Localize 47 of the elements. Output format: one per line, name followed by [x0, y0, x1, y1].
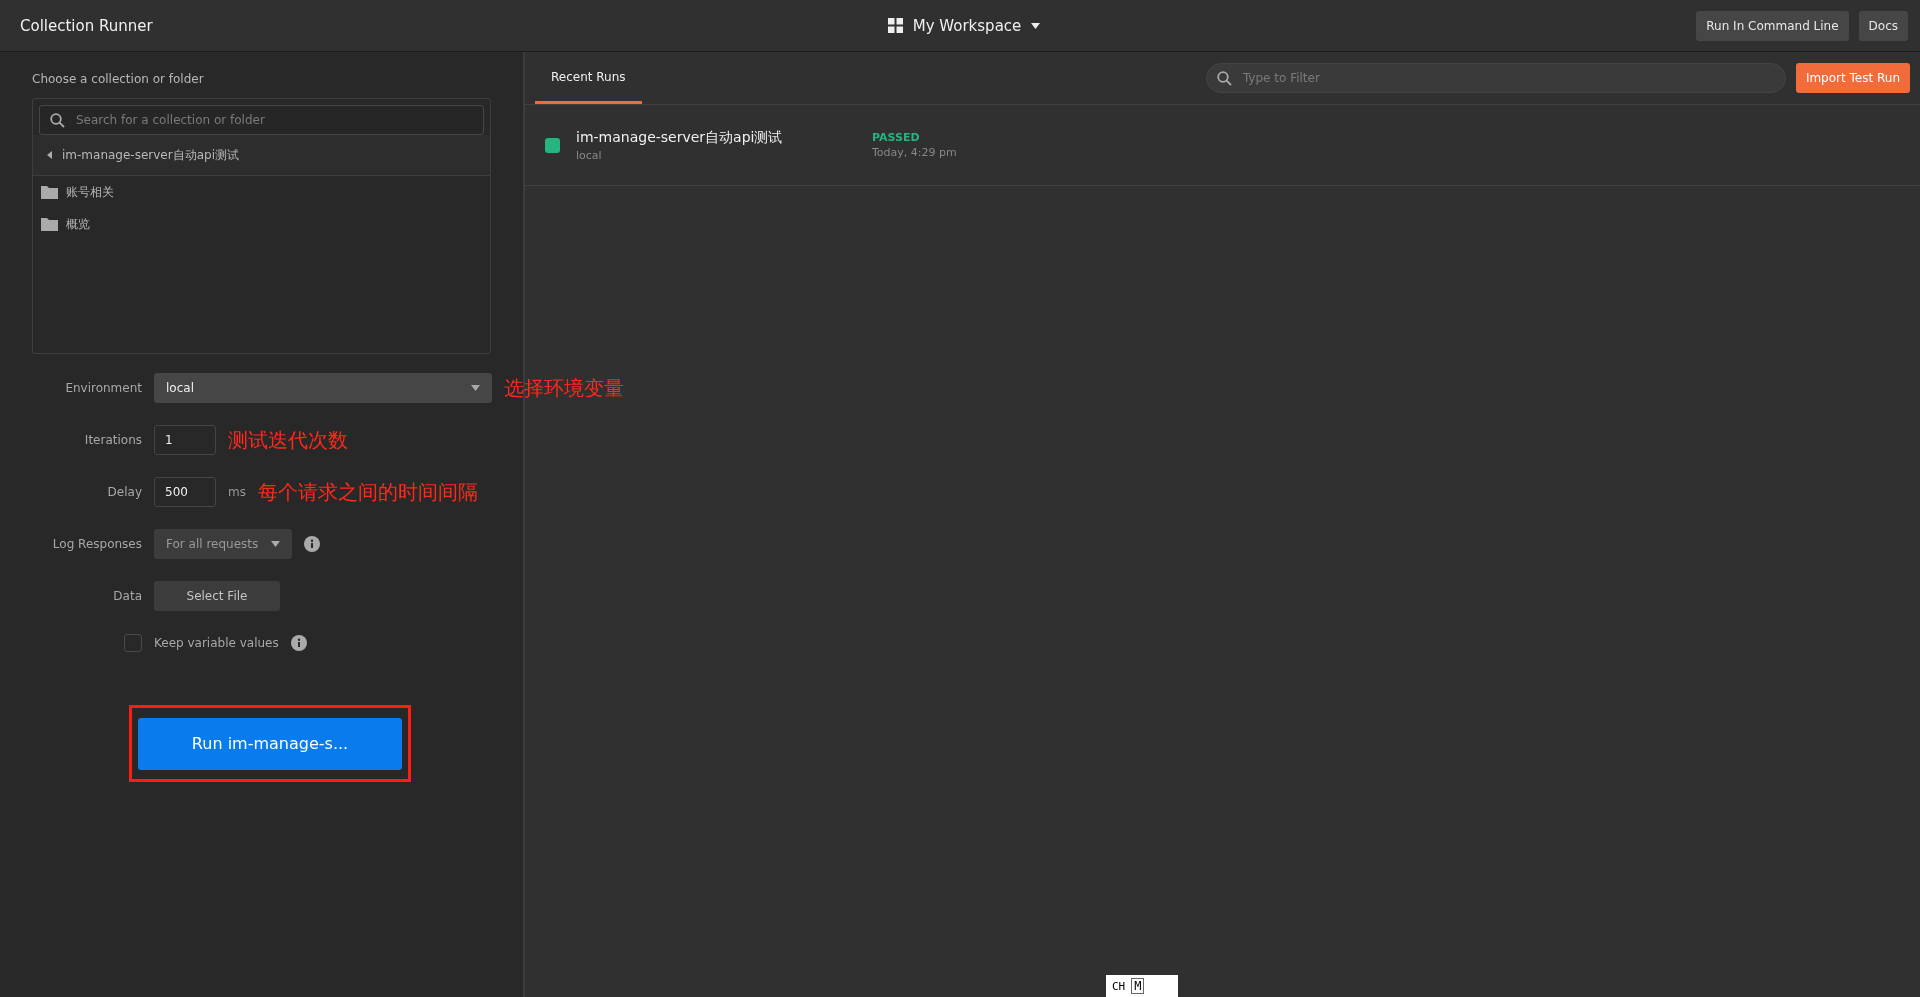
annotation-text: 选择环境变量 — [504, 374, 624, 402]
checkbox-label: Keep variable values — [154, 636, 279, 650]
caret-down-icon — [471, 385, 480, 391]
caret-down-icon — [271, 541, 280, 547]
info-icon[interactable] — [304, 536, 320, 552]
folder-icon — [41, 185, 58, 199]
collection-row[interactable]: im-manage-server自动api测试 — [33, 135, 490, 176]
header-button[interactable]: Run In Command Line — [1696, 10, 1849, 41]
ime-key: M — [1131, 978, 1145, 994]
field-label: Log Responses — [51, 537, 142, 551]
run-time: Today, 4:29 pm — [872, 146, 957, 159]
run-row[interactable]: im-manage-server自动api测试 local PASSED Today, 4:29 pm — [525, 105, 1920, 186]
run-button[interactable]: Run im-manage-s... — [138, 717, 402, 770]
tab[interactable]: Recent Runs — [535, 52, 642, 104]
header-button[interactable]: Docs — [1858, 10, 1908, 41]
environment-select[interactable]: local — [154, 373, 492, 403]
number-input[interactable]: 500 — [154, 477, 216, 507]
ime-mode: CH — [1112, 979, 1126, 993]
ime-indicator[interactable]: CH M — [1106, 975, 1178, 997]
run-status: PASSED — [872, 131, 921, 144]
folder-item[interactable]: 概览 — [33, 208, 490, 240]
info-icon[interactable] — [290, 635, 307, 651]
collection-search-field[interactable]: Search for a collection or folder — [39, 105, 484, 135]
unit-label: ms — [228, 485, 246, 499]
checkbox[interactable] — [124, 634, 142, 652]
run-name: im-manage-server自动api测试 — [576, 128, 784, 147]
field-label: Environment — [64, 381, 142, 395]
section-label: Choose a collection or folder — [32, 72, 205, 86]
search-icon — [50, 113, 65, 128]
search-icon — [1216, 71, 1232, 86]
caret-left-icon — [47, 151, 52, 159]
annotation-text: 每个请求之间的时间间隔 — [257, 478, 478, 506]
select-file-button[interactable]: Select File — [154, 581, 280, 611]
field-label: Iterations — [83, 433, 142, 447]
log-responses-dropdown[interactable]: For all requests — [154, 529, 292, 559]
workspace-switcher[interactable]: My Workspace — [881, 15, 1047, 36]
number-input[interactable]: 1 — [154, 425, 216, 455]
caret-down-icon — [1031, 22, 1041, 29]
run-environment: local — [576, 148, 603, 162]
grid-icon — [887, 18, 903, 33]
field-label: Data — [112, 589, 142, 603]
field-label: Delay — [106, 485, 142, 499]
folder-icon — [41, 217, 58, 231]
filter-field[interactable]: Type to Filter — [1205, 63, 1786, 93]
window-title: Collection Runner — [20, 16, 154, 35]
folder-item[interactable]: 账号相关 — [33, 176, 490, 208]
annotation-text: 测试迭代次数 — [228, 426, 348, 454]
